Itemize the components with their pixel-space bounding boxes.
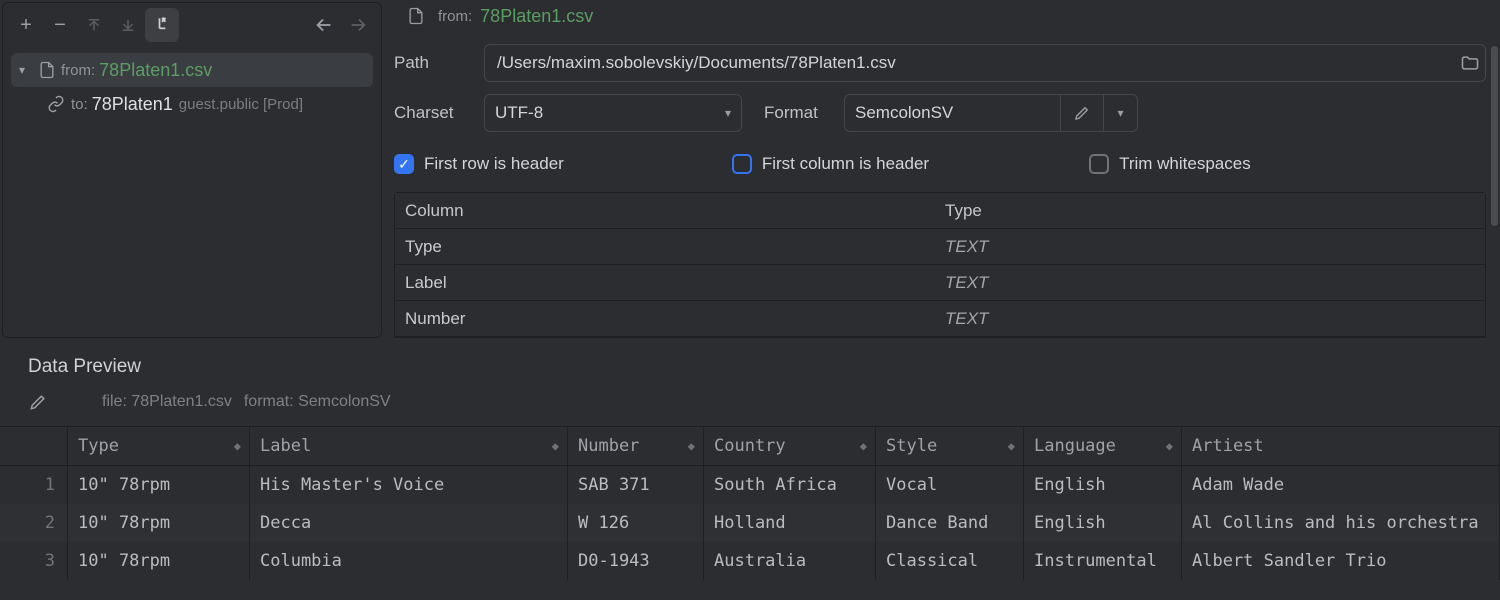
tree-link-icon <box>152 15 172 35</box>
first-col-header-checkbox[interactable]: First column is header <box>732 154 929 174</box>
folder-icon <box>1460 53 1480 73</box>
col-header[interactable]: Number◆ <box>568 427 704 465</box>
pencil-icon <box>28 392 48 412</box>
row-number: 3 <box>0 542 68 580</box>
vertical-scrollbar[interactable] <box>1488 46 1498 326</box>
charset-select[interactable]: UTF-8 ▾ <box>484 94 742 132</box>
col-header[interactable]: Country◆ <box>704 427 876 465</box>
data-preview-meta: file: 78Platen1.csv format: SemcolonSV <box>0 378 1500 412</box>
mapping-tree: ▾ from: 78Platen1.csv to: 78Platen1 gues… <box>3 47 381 121</box>
preview-grid: Type◆ Label◆ Number◆ Country◆ Style◆ Lan… <box>0 426 1500 580</box>
chevron-down-icon: ▾ <box>725 106 731 120</box>
row-number: 2 <box>0 504 68 542</box>
table-row[interactable]: 1 10" 78rpm His Master's Voice SAB 371 S… <box>0 466 1500 504</box>
move-down-button <box>111 8 145 42</box>
move-up-button <box>77 8 111 42</box>
data-preview-title: Data Preview <box>0 338 1500 378</box>
col-header[interactable]: Language◆ <box>1024 427 1182 465</box>
path-input[interactable]: /Users/maxim.sobolevskiy/Documents/78Pla… <box>484 44 1486 82</box>
arrow-left-icon <box>313 14 335 36</box>
table-row[interactable]: 3 10" 78rpm Columbia D0-1943 Australia C… <box>0 542 1500 580</box>
browse-folder-button[interactable] <box>1460 53 1480 73</box>
tree-from-file: 78Platen1.csv <box>99 60 212 81</box>
arrow-right-icon <box>347 14 369 36</box>
import-settings-pane: from: 78Platen1.csv Path /Users/maxim.so… <box>388 0 1500 338</box>
tree-to-location: guest.public [Prod] <box>179 96 303 113</box>
first-row-header-checkbox[interactable]: ✓ First row is header <box>394 154 564 174</box>
tree-to-name: 78Platen1 <box>92 94 173 115</box>
row-number: 1 <box>0 466 68 504</box>
arrow-up-icon <box>85 16 103 34</box>
csv-file-icon <box>37 60 61 80</box>
column-header-name[interactable]: Column <box>395 201 935 221</box>
tree-target-row[interactable]: to: 78Platen1 guest.public [Prod] <box>39 87 373 121</box>
preview-file-label: file: 78Platen1.csv <box>102 393 232 411</box>
col-header[interactable]: Type◆ <box>68 427 250 465</box>
col-header[interactable]: Style◆ <box>876 427 1024 465</box>
remove-button[interactable]: − <box>43 8 77 42</box>
column-row[interactable]: TypeTEXT <box>395 229 1485 265</box>
sort-icon: ◆ <box>688 440 695 452</box>
tree-source-row[interactable]: ▾ from: 78Platen1.csv <box>11 53 373 87</box>
sort-icon: ◆ <box>234 440 241 452</box>
column-types-table: Column Type TypeTEXT LabelTEXT NumberTEX… <box>394 192 1486 338</box>
pencil-icon <box>1073 104 1091 122</box>
row-number-header <box>0 427 68 465</box>
csv-file-icon <box>406 6 430 26</box>
crumb-from-label: from: <box>438 8 472 25</box>
arrow-down-icon <box>119 16 137 34</box>
sort-icon: ◆ <box>552 440 559 452</box>
sort-icon: ◆ <box>1008 440 1015 452</box>
sort-icon: ◆ <box>1166 440 1173 452</box>
crumb-file: 78Platen1.csv <box>480 6 593 27</box>
tree-toolbar: + − <box>3 3 381 47</box>
checkbox-unchecked-icon <box>1089 154 1109 174</box>
column-row[interactable]: LabelTEXT <box>395 265 1485 301</box>
path-label: Path <box>394 53 484 73</box>
source-target-pane: + − <box>2 2 382 338</box>
col-header[interactable]: Label◆ <box>250 427 568 465</box>
edit-preview-button[interactable] <box>28 392 48 412</box>
column-row[interactable]: NumberTEXT <box>395 301 1485 337</box>
plus-icon: + <box>20 15 32 35</box>
checkbox-checked-icon: ✓ <box>394 154 414 174</box>
format-label: Format <box>764 103 844 123</box>
tree-to-label: to: <box>71 96 88 113</box>
chevron-down-icon: ▾ <box>19 63 37 77</box>
column-header-type[interactable]: Type <box>935 201 982 221</box>
trim-whitespace-checkbox[interactable]: Trim whitespaces <box>1089 154 1251 174</box>
format-select[interactable]: SemcolonSV <box>844 94 1060 132</box>
charset-label: Charset <box>394 103 484 123</box>
breadcrumb: from: 78Platen1.csv <box>394 0 1486 32</box>
add-button[interactable]: + <box>9 8 43 42</box>
forward-button <box>341 8 375 42</box>
back-button[interactable] <box>307 8 341 42</box>
minus-icon: − <box>54 15 66 35</box>
tree-from-label: from: <box>61 62 95 79</box>
table-row[interactable]: 2 10" 78rpm Decca W 126 Holland Dance Ba… <box>0 504 1500 542</box>
chevron-down-icon: ▾ <box>1117 106 1123 120</box>
preview-format-label: format: SemcolonSV <box>244 393 391 411</box>
checkbox-unchecked-icon <box>732 154 752 174</box>
link-mode-button[interactable] <box>145 8 179 42</box>
sort-icon: ◆ <box>860 440 867 452</box>
format-edit-button[interactable] <box>1060 94 1104 132</box>
col-header[interactable]: Artiest <box>1182 427 1500 465</box>
link-icon <box>47 95 71 113</box>
format-dropdown-button[interactable]: ▾ <box>1104 94 1138 132</box>
